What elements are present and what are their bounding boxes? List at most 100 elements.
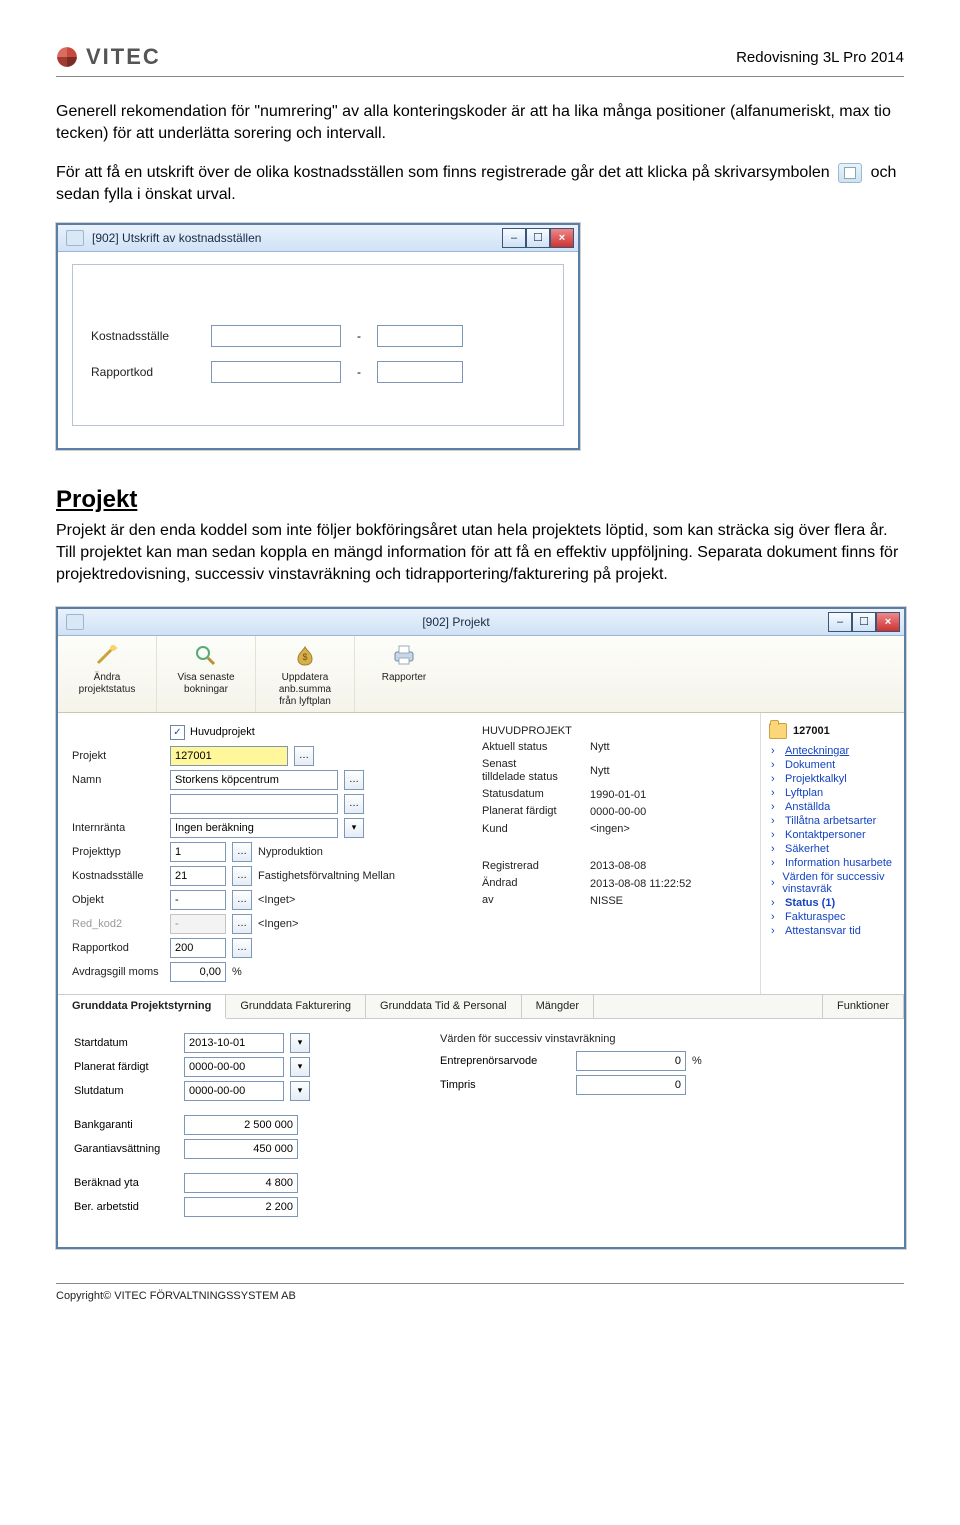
lookup-button[interactable]: …	[232, 842, 252, 862]
kund-value: <ingen>	[590, 823, 630, 835]
maximize-button[interactable]: ☐	[852, 612, 876, 632]
internranta-input[interactable]	[170, 818, 338, 838]
search-icon	[192, 642, 220, 668]
minimize-button[interactable]: –	[502, 228, 526, 248]
lookup-button[interactable]: …	[344, 794, 364, 814]
rapportkod-input[interactable]	[170, 938, 226, 958]
bankgaranti-label: Bankgaranti	[74, 1119, 178, 1131]
tree-item[interactable]: ›Säkerhet	[771, 843, 896, 855]
window-title: [902] Utskrift av kostnadsställen	[92, 231, 261, 245]
tool-visa-senaste-bokningar[interactable]: Visa senaste bokningar	[157, 636, 256, 712]
dropdown-button[interactable]: ▾	[344, 818, 364, 838]
tree-item-label: Kontaktpersoner	[785, 829, 866, 841]
tab-mangder[interactable]: Mängder	[522, 995, 594, 1018]
tab-funktioner[interactable]: Funktioner	[822, 995, 904, 1018]
ber-arbetstid-input[interactable]	[184, 1197, 298, 1217]
section-text-projekt: Projekt är den enda koddel som inte följ…	[56, 520, 904, 587]
section-heading-projekt: Projekt	[56, 486, 904, 514]
tree-item[interactable]: ›Dokument	[771, 759, 896, 771]
entreprenorsarvode-input[interactable]	[576, 1051, 686, 1071]
startdatum-label: Startdatum	[74, 1037, 178, 1049]
date-dropdown-button[interactable]: ▾	[290, 1081, 310, 1101]
tree-item[interactable]: ›Tillåtna arbetsarter	[771, 815, 896, 827]
projekttyp-label: Projekttyp	[72, 846, 164, 858]
tree-item-label: Projektkalkyl	[785, 773, 847, 785]
rapportkod-from-input[interactable]	[211, 361, 341, 383]
date-dropdown-button[interactable]: ▾	[290, 1057, 310, 1077]
lookup-button[interactable]: …	[344, 770, 364, 790]
slutdatum-label: Slutdatum	[74, 1085, 178, 1097]
successiv-heading: Värden för successiv vinstavräkning	[440, 1033, 888, 1045]
chevron-right-icon: ›	[771, 759, 781, 771]
minimize-button[interactable]: –	[828, 612, 852, 632]
tab-grunddata-fakturering[interactable]: Grunddata Fakturering	[226, 995, 366, 1018]
toolbar: Ändra projektstatus Visa senaste bokning…	[58, 636, 904, 713]
namn-input[interactable]	[170, 770, 338, 790]
beraknad-yta-input[interactable]	[184, 1173, 298, 1193]
objekt-label: Objekt	[72, 894, 164, 906]
tree-root[interactable]: 127001	[769, 723, 896, 739]
andrad-label: Ändrad	[482, 877, 584, 890]
namn-input-2[interactable]	[170, 794, 338, 814]
avdragsgill-input[interactable]	[170, 962, 226, 982]
redkod2-input	[170, 914, 226, 934]
maximize-button[interactable]: ☐	[526, 228, 550, 248]
tree-item-label: Information husarbete	[785, 857, 892, 869]
timpris-label: Timpris	[440, 1079, 570, 1091]
tree-item[interactable]: ›Anställda	[771, 801, 896, 813]
kostnadsstalle-from-input[interactable]	[211, 325, 341, 347]
chevron-right-icon: ›	[771, 815, 781, 827]
planerat-label: Planerat färdigt	[482, 805, 584, 818]
tree-item[interactable]: ›Projektkalkyl	[771, 773, 896, 785]
tree-item[interactable]: ›Attestansvar tid	[771, 925, 896, 937]
bankgaranti-input[interactable]	[184, 1115, 298, 1135]
tree-item[interactable]: ›Anteckningar	[771, 745, 896, 757]
tree-item[interactable]: ›Fakturaspec	[771, 911, 896, 923]
lookup-button[interactable]: …	[294, 746, 314, 766]
redkod2-text: <Ingen>	[258, 918, 298, 930]
lookup-button[interactable]: …	[232, 866, 252, 886]
range-dash: -	[357, 365, 361, 379]
planeratfardigt-input[interactable]	[184, 1057, 284, 1077]
huvudprojekt-heading: HUVUDPROJEKT	[482, 725, 572, 737]
huvudprojekt-label: Huvudprojekt	[190, 726, 255, 738]
tool-uppdatera-anbsumma[interactable]: $ Uppdatera anb.summa från lyftplan	[256, 636, 355, 712]
close-button[interactable]: ×	[876, 612, 900, 632]
main-area: ✓ Huvudprojekt Projekt … Namn …	[58, 713, 904, 994]
objekt-input[interactable]	[170, 890, 226, 910]
tool-andra-projektstatus[interactable]: Ändra projektstatus	[58, 636, 157, 712]
close-button[interactable]: ×	[550, 228, 574, 248]
tab-grunddata-projektstyrning[interactable]: Grunddata Projektstyrning	[58, 995, 226, 1019]
tree-item[interactable]: ›Status (1)	[771, 897, 896, 909]
av-value: NISSE	[590, 895, 623, 907]
projekttyp-input[interactable]	[170, 842, 226, 862]
kostnadsstalle-to-input[interactable]	[377, 325, 463, 347]
window-title: [902] Projekt	[84, 615, 828, 629]
tree-item[interactable]: ›Lyftplan	[771, 787, 896, 799]
lookup-button[interactable]: …	[232, 938, 252, 958]
tree-item[interactable]: ›Kontaktpersoner	[771, 829, 896, 841]
internranta-label: Internränta	[72, 822, 164, 834]
label-kostnadsstalle: Kostnadsställe	[91, 329, 201, 343]
avdragsgill-label: Avdragsgill moms	[72, 966, 164, 978]
rapportkod-to-input[interactable]	[377, 361, 463, 383]
lookup-button[interactable]: …	[232, 890, 252, 910]
huvudprojekt-checkbox[interactable]: ✓ Huvudprojekt	[170, 725, 255, 740]
date-dropdown-button[interactable]: ▾	[290, 1033, 310, 1053]
projekt-input[interactable]	[170, 746, 288, 766]
tab-grunddata-tid-personal[interactable]: Grunddata Tid & Personal	[366, 995, 522, 1018]
percent-label: %	[692, 1055, 702, 1067]
titlebar: [902] Utskrift av kostnadsställen – ☐ ×	[58, 225, 578, 252]
tree-item[interactable]: ›Värden för successiv vinstavräk	[771, 871, 896, 895]
startdatum-input[interactable]	[184, 1033, 284, 1053]
garantiavsattning-input[interactable]	[184, 1139, 298, 1159]
timpris-input[interactable]	[576, 1075, 686, 1095]
projekttyp-text: Nyproduktion	[258, 846, 323, 858]
tool-rapporter[interactable]: Rapporter	[355, 636, 453, 712]
tree-item[interactable]: ›Information husarbete	[771, 857, 896, 869]
page-footer: Copyright© VITEC FÖRVALTNINGSSYSTEM AB	[56, 1283, 904, 1302]
tree-root-label: 127001	[793, 725, 830, 737]
kostnadsstalle-input[interactable]	[170, 866, 226, 886]
lookup-button[interactable]: …	[232, 914, 252, 934]
slutdatum-input[interactable]	[184, 1081, 284, 1101]
